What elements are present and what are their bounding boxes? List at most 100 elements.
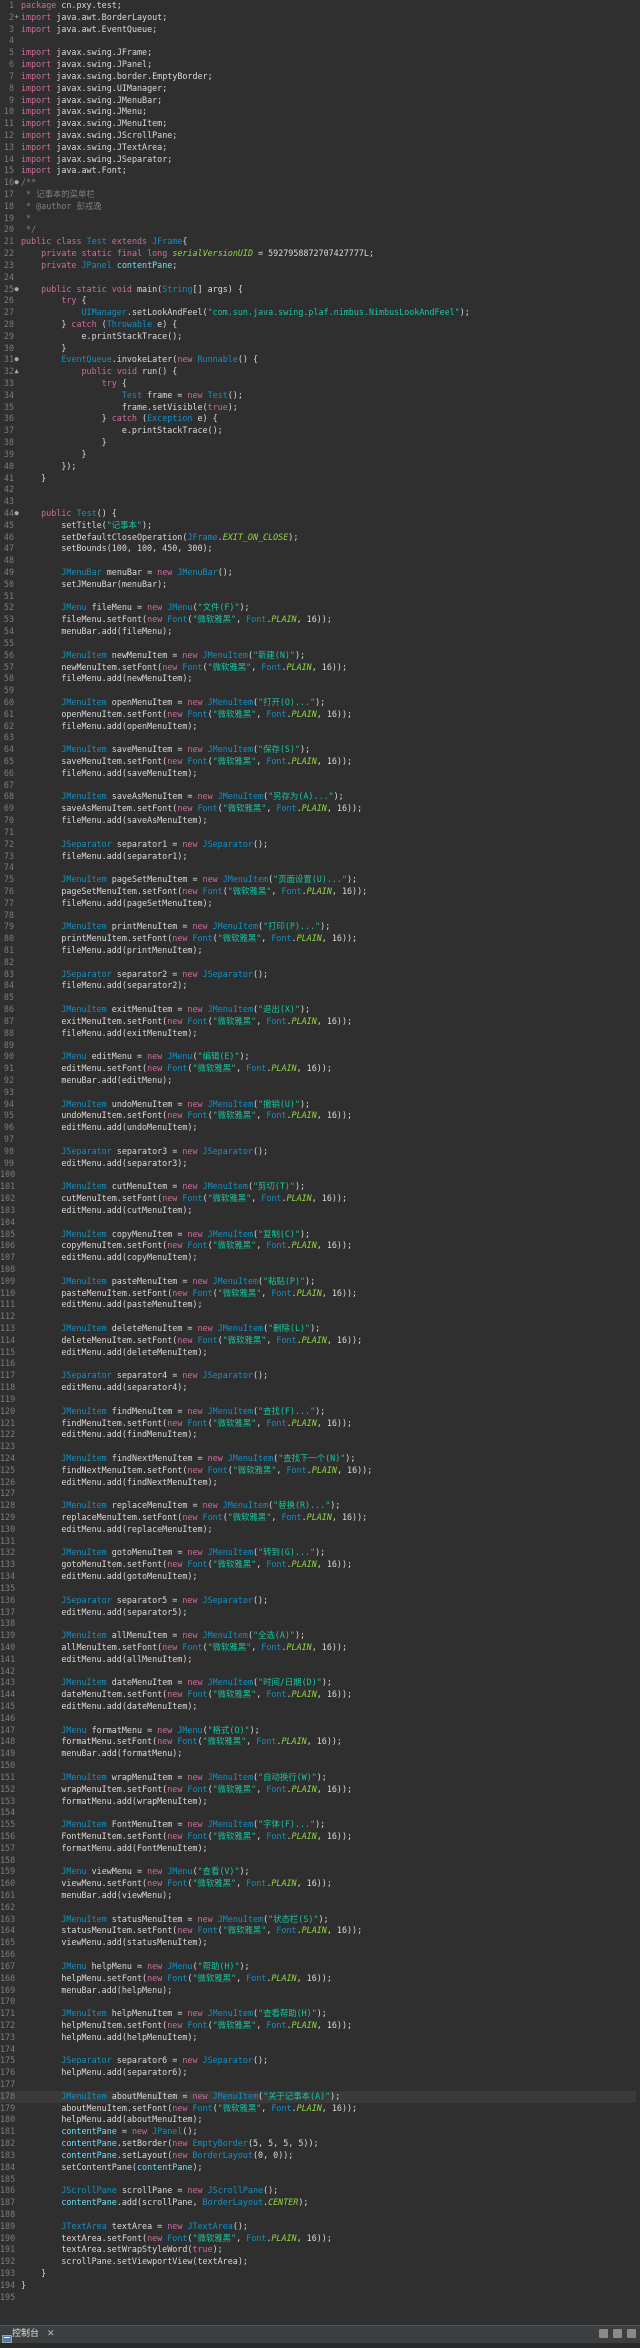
code-line[interactable]: 170 [0,1996,640,2008]
code-line[interactable]: 34 Test frame = new Test(); [0,390,640,402]
code-line[interactable]: 19 * [0,213,640,225]
code-line[interactable]: 62 fileMenu.add(openMenuItem); [0,721,640,733]
code-line[interactable]: 112 [0,1311,640,1323]
code-line[interactable]: 122 editMenu.add(findMenuItem); [0,1429,640,1441]
code-line[interactable]: 59 [0,685,640,697]
code-line[interactable]: 13 import javax.swing.JTextArea; [0,142,640,154]
code-line[interactable]: 21 public class Test extends JFrame{ [0,236,640,248]
fold-marker-icon[interactable]: + [15,12,21,24]
code-line[interactable]: 5 import javax.swing.JFrame; [0,47,640,59]
code-line[interactable]: 85 [0,992,640,1004]
code-line[interactable]: 61 openMenuItem.setFont(new Font("微软雅黑",… [0,709,640,721]
code-line[interactable]: 69 saveAsMenuItem.setFont(new Font("微软雅黑… [0,803,640,815]
code-line[interactable]: 179 aboutMenuItem.setFont(new Font("微软雅黑… [0,2103,640,2115]
code-line[interactable]: 44 ● public Test() { [0,508,640,520]
code-line[interactable]: 96 editMenu.add(undoMenuItem); [0,1122,640,1134]
code-line[interactable]: 31 ● EventQueue.invokeLater(new Runnable(… [0,354,640,366]
code-line[interactable]: 169 menuBar.add(helpMenu); [0,1985,640,1997]
code-line[interactable]: 18 * @author 彭戎逸 [0,201,640,213]
code-line[interactable]: 14 import javax.swing.JSeparator; [0,154,640,166]
code-line[interactable]: 160 viewMenu.setFont(new Font("微软雅黑", Fo… [0,1878,640,1890]
code-line[interactable]: 99 editMenu.add(separator3); [0,1158,640,1170]
code-line[interactable]: 106 copyMenuItem.setFont(new Font("微软雅黑"… [0,1240,640,1252]
maximize-icon[interactable] [613,2329,622,2338]
code-line[interactable]: 45 setTitle("记事本"); [0,520,640,532]
code-line[interactable]: 114 deleteMenuItem.setFont(new Font("微软雅… [0,1335,640,1347]
code-line[interactable]: 140 allMenuItem.setFont(new Font("微软雅黑",… [0,1642,640,1654]
code-line[interactable]: 82 [0,957,640,969]
code-line[interactable]: 107 editMenu.add(copyMenuItem); [0,1252,640,1264]
code-line[interactable]: 65 saveMenuItem.setFont(new Font("微软雅黑",… [0,756,640,768]
code-line[interactable]: 94 JMenuItem undoMenuItem = new JMenuIte… [0,1099,640,1111]
code-area[interactable]: 1 package cn.pxy.test; 2 + import java.awt.B… [0,0,640,2303]
code-line[interactable]: 24 [0,272,640,284]
code-line[interactable]: 4 [0,35,640,47]
code-line[interactable]: 192 scrollPane.setViewportView(textArea)… [0,2256,640,2268]
code-line[interactable]: 81 fileMenu.add(printMenuItem); [0,945,640,957]
code-line[interactable]: 116 [0,1358,640,1370]
code-line[interactable]: 105 JMenuItem copyMenuItem = new JMenuIt… [0,1229,640,1241]
code-line[interactable]: 6 import javax.swing.JPanel; [0,59,640,71]
code-line[interactable]: 195 [0,2292,640,2304]
code-line[interactable]: 27 UIManager.setLookAndFeel("com.sun.jav… [0,307,640,319]
code-line[interactable]: 143 JMenuItem dateMenuItem = new JMenuIt… [0,1677,640,1689]
code-line[interactable]: 138 [0,1618,640,1630]
code-line[interactable]: 1 package cn.pxy.test; [0,0,640,12]
code-line[interactable]: 147 JMenu formatMenu = new JMenu("格式(O)"… [0,1725,640,1737]
code-line[interactable]: 57 newMenuItem.setFont(new Font("微软雅黑", … [0,662,640,674]
fold-marker-icon[interactable]: ▲ [15,366,21,378]
code-editor[interactable]: 1 package cn.pxy.test; 2 + import java.awt.B… [0,0,640,2325]
code-line[interactable]: 86 JMenuItem exitMenuItem = new JMenuIte… [0,1004,640,1016]
code-line[interactable]: 97 [0,1134,640,1146]
code-line[interactable]: 100 [0,1169,640,1181]
code-line[interactable]: 193 } [0,2268,640,2280]
code-line[interactable]: 149 menuBar.add(formatMenu); [0,1748,640,1760]
code-line[interactable]: 155 JMenuItem FontMenuItem = new JMenuIt… [0,1819,640,1831]
code-line[interactable]: 17 * 记事本的菜单栏 [0,189,640,201]
code-line[interactable]: 56 JMenuItem newMenuItem = new JMenuItem… [0,650,640,662]
code-line[interactable]: 187 contentPane.add(scrollPane, BorderLa… [0,2197,640,2209]
code-line[interactable]: 120 JMenuItem findMenuItem = new JMenuIt… [0,1406,640,1418]
code-line[interactable]: 39 } [0,449,640,461]
code-line[interactable]: 102 cutMenuItem.setFont(new Font("微软雅黑",… [0,1193,640,1205]
minimize-icon[interactable] [599,2329,608,2338]
code-line[interactable]: 136 JSeparator separator5 = new JSeparat… [0,1595,640,1607]
code-line[interactable]: 119 [0,1394,640,1406]
code-line[interactable]: 182 contentPane.setBorder(new EmptyBorde… [0,2138,640,2150]
code-line[interactable]: 131 [0,1536,640,1548]
code-line[interactable]: 70 fileMenu.add(saveAsMenuItem); [0,815,640,827]
code-line[interactable]: 148 formatMenu.setFont(new Font("微软雅黑", … [0,1736,640,1748]
code-line[interactable]: 158 [0,1855,640,1867]
code-line[interactable]: 72 JSeparator separator1 = new JSeparato… [0,839,640,851]
code-line[interactable]: 51 [0,591,640,603]
code-line[interactable]: 150 [0,1760,640,1772]
code-line[interactable]: 66 fileMenu.add(saveMenuItem); [0,768,640,780]
code-line[interactable]: 77 fileMenu.add(pageSetMenuItem); [0,898,640,910]
console-tab[interactable]: 控制台 [12,2328,39,2341]
code-line[interactable]: 185 [0,2174,640,2186]
code-line[interactable]: 36 } catch (Exception e) { [0,413,640,425]
code-line[interactable]: 54 menuBar.add(fileMenu); [0,626,640,638]
code-line[interactable]: 80 printMenuItem.setFont(new Font("微软雅黑"… [0,933,640,945]
code-line[interactable]: 171 JMenuItem helpMenuItem = new JMenuIt… [0,2008,640,2020]
code-line[interactable]: 152 wrapMenuItem.setFont(new Font("微软雅黑"… [0,1784,640,1796]
code-line[interactable]: 162 [0,1902,640,1914]
code-line[interactable]: 164 statusMenuItem.setFont(new Font("微软雅… [0,1925,640,1937]
code-line[interactable]: 35 frame.setVisible(true); [0,402,640,414]
code-line[interactable]: 123 [0,1441,640,1453]
code-line[interactable]: 84 fileMenu.add(separator2); [0,980,640,992]
code-line[interactable]: 188 [0,2209,640,2221]
code-line[interactable]: 161 menuBar.add(viewMenu); [0,1890,640,1902]
code-line[interactable]: 37 e.printStackTrace(); [0,425,640,437]
code-line[interactable]: 7 import javax.swing.border.EmptyBorder; [0,71,640,83]
code-line[interactable]: 156 FontMenuItem.setFont(new Font("微软雅黑"… [0,1831,640,1843]
code-line[interactable]: 133 gotoMenuItem.setFont(new Font("微软雅黑"… [0,1559,640,1571]
code-line[interactable]: 11 import javax.swing.JMenuItem; [0,118,640,130]
code-line[interactable]: 2 + import java.awt.BorderLayout; [0,12,640,24]
code-line[interactable]: 20 */ [0,224,640,236]
code-line[interactable]: 135 [0,1583,640,1595]
code-line[interactable]: 25 ● public static void main(String[] arg… [0,284,640,296]
code-line[interactable]: 50 setJMenuBar(menuBar); [0,579,640,591]
code-line[interactable]: 178 JMenuItem aboutMenuItem = new JMenuI… [0,2090,640,2103]
code-line[interactable]: 58 fileMenu.add(newMenuItem); [0,673,640,685]
